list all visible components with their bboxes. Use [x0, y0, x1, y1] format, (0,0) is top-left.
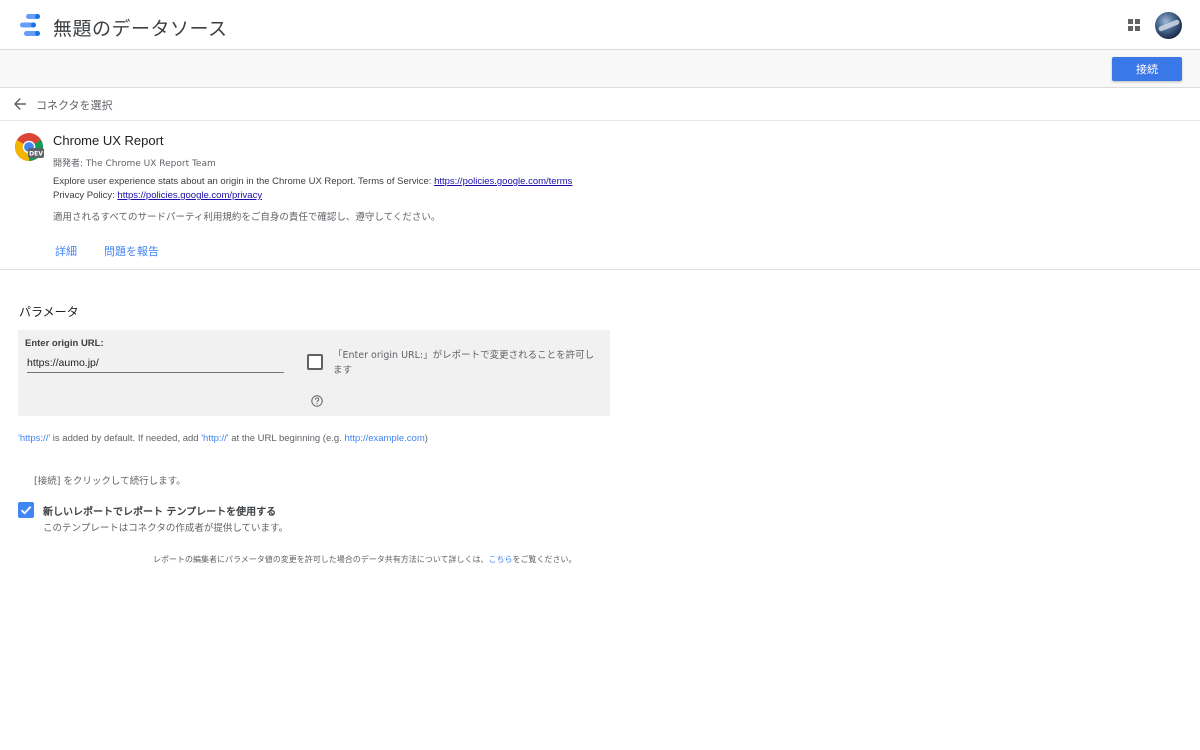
url-info-text: 'https://' is added by default. If neede…: [18, 433, 428, 444]
privacy-link[interactable]: https://policies.google.com/privacy: [117, 190, 262, 201]
footnote-suffix: をご覧ください。: [512, 555, 577, 564]
allow-change-label: 「Enter origin URL:」がレポートで変更されることを許可します: [333, 350, 595, 376]
info-text-3: ): [424, 433, 428, 444]
arrow-back-icon[interactable]: [12, 96, 28, 112]
back-row: [0, 88, 1200, 121]
template-provider-note: このテンプレートはコネクタの作成者が提供しています。: [43, 523, 289, 534]
connector-name: Chrome UX Report: [53, 133, 164, 148]
example-url: http://example.com: [344, 433, 425, 444]
allow-change-checkbox[interactable]: [307, 354, 323, 370]
origin-url-label: Enter origin URL:: [25, 338, 104, 349]
info-text-1: is added by default. If needed, add: [50, 433, 202, 444]
terms-link[interactable]: https://policies.google.com/terms: [434, 176, 572, 187]
data-studio-logo-icon: [20, 14, 40, 36]
dev-badge: DEV: [29, 151, 43, 158]
back-to-connectors-link[interactable]: コネクタを選択: [36, 97, 113, 113]
details-link[interactable]: 詳細: [55, 243, 77, 259]
https-token: 'https://': [18, 433, 51, 444]
origin-url-input[interactable]: [27, 354, 284, 373]
chrome-dev-logo-icon: DEV: [15, 133, 44, 161]
http-token: 'http://': [201, 433, 229, 444]
connect-button[interactable]: 接続: [1112, 57, 1182, 81]
page-title: 無題のデータソース: [53, 19, 228, 40]
report-issue-link[interactable]: 問題を報告: [104, 243, 159, 259]
use-template-checkbox[interactable]: [18, 502, 34, 518]
footnote-text: レポートの編集者にパラメータ値の変更を許可した場合のデータ共有方法について詳しく…: [153, 555, 489, 564]
check-icon: [20, 506, 32, 515]
toolbar: [0, 50, 1200, 88]
avatar[interactable]: [1155, 12, 1182, 39]
continue-note: [接続] をクリックして続行します。: [34, 476, 186, 487]
help-icon[interactable]: [311, 395, 323, 407]
connector-developer: 開発者: The Chrome UX Report Team: [53, 159, 216, 169]
privacy-label: Privacy Policy:: [53, 190, 118, 201]
parameters-heading: パラメータ: [19, 305, 79, 319]
data-sharing-footnote: レポートの編集者にパラメータ値の変更を許可した場合のデータ共有方法について詳しく…: [153, 554, 577, 565]
apps-grid-icon[interactable]: [1126, 17, 1142, 33]
learn-more-link[interactable]: こちら: [489, 555, 513, 564]
description-text: Explore user experience stats about an o…: [53, 176, 435, 187]
info-text-2: at the URL beginning (e.g.: [228, 433, 345, 444]
connector-description: Explore user experience stats about an o…: [53, 175, 572, 203]
use-template-label: 新しいレポートでレポート テンプレートを使用する: [43, 507, 277, 518]
divider: [0, 269, 1200, 270]
third-party-terms-note: 適用されるすべてのサードパーティ利用規約をご自身の責任で確認し、遵守してください…: [53, 212, 441, 223]
